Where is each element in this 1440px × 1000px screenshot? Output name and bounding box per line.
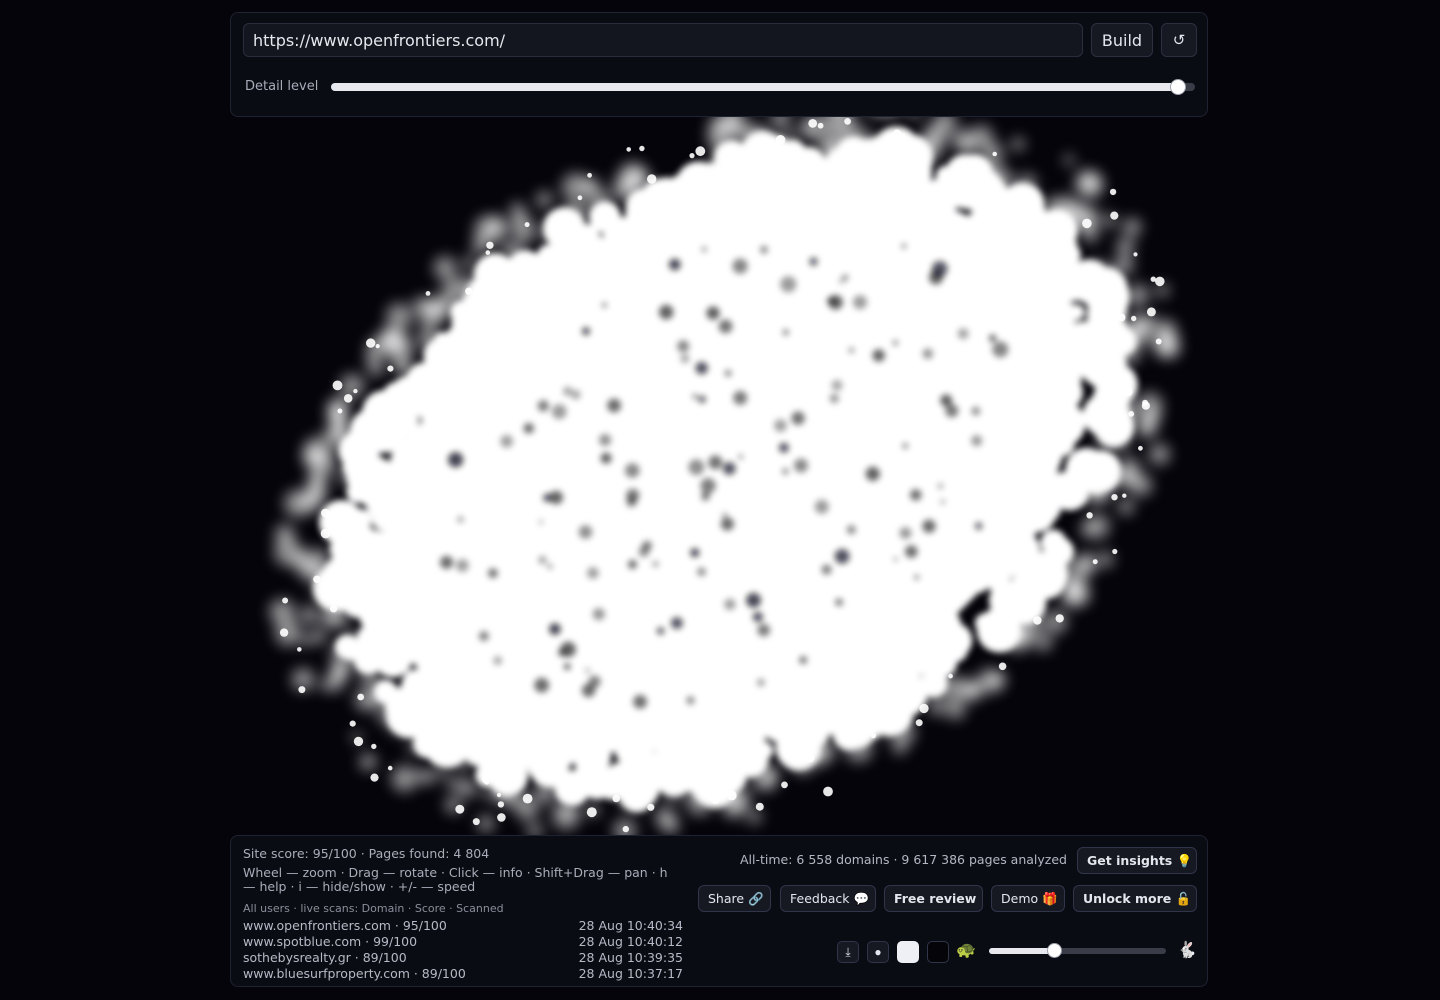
download-icon: ⤓: [845, 944, 851, 959]
scan-time: 28 Aug 10:40:12: [578, 934, 683, 949]
list-item[interactable]: www.openfrontiers.com · 95/100 28 Aug 10…: [243, 918, 683, 934]
site-score: Site score: 95/100 · Pages found: 4 804: [243, 846, 490, 861]
refresh-button[interactable]: ↺: [1161, 23, 1197, 57]
dark-theme-button[interactable]: [927, 941, 949, 963]
feedback-button[interactable]: Feedback 💬: [780, 885, 876, 912]
scan-domain: www.spotblue.com · 99/100: [243, 934, 418, 949]
scan-domain: www.openfrontiers.com · 95/100: [243, 918, 447, 933]
dot-icon: ●: [874, 945, 882, 959]
live-scans-list: www.openfrontiers.com · 95/100 28 Aug 10…: [243, 918, 683, 982]
free-review-button[interactable]: Free review: [884, 885, 983, 912]
scan-time: 28 Aug 10:39:35: [578, 950, 683, 965]
list-item[interactable]: sothebysrealty.gr · 89/100 28 Aug 10:39:…: [243, 950, 683, 966]
url-panel: Build ↺ Detail level: [230, 12, 1208, 117]
get-insights-button[interactable]: Get insights 💡: [1077, 847, 1197, 874]
refresh-icon: ↺: [1172, 31, 1186, 49]
stats-panel: Site score: 95/100 · Pages found: 4 804 …: [230, 835, 1208, 987]
unlock-more-button[interactable]: Unlock more 🔓: [1073, 885, 1197, 912]
scan-domain: www.bluesurfproperty.com · 89/100: [243, 966, 466, 981]
turtle-icon: 🐢: [956, 940, 976, 959]
url-input[interactable]: [243, 23, 1083, 57]
detail-level-label: Detail level: [245, 79, 319, 94]
speed-thumb[interactable]: [1047, 943, 1063, 958]
detail-level-thumb[interactable]: [1169, 79, 1186, 95]
light-theme-button[interactable]: [897, 941, 919, 963]
demo-button[interactable]: Demo 🎁: [991, 885, 1065, 912]
scan-time: 28 Aug 10:40:34: [578, 918, 683, 933]
speed-fill: [989, 948, 1055, 954]
list-item[interactable]: www.spotblue.com · 99/100 28 Aug 10:40:1…: [243, 934, 683, 950]
alltime-stats: All-time: 6 558 domains · 9 617 386 page…: [739, 852, 1067, 867]
node-style-button[interactable]: ●: [867, 941, 889, 963]
help-text: Wheel — zoom · Drag — rotate · Click — i…: [243, 865, 668, 894]
download-button[interactable]: ⤓: [837, 941, 859, 963]
build-button[interactable]: Build: [1091, 23, 1153, 57]
detail-level-slider[interactable]: [331, 79, 1195, 95]
rabbit-icon: 🐇: [1177, 940, 1197, 959]
scan-domain: sothebysrealty.gr · 89/100: [243, 950, 407, 965]
detail-level-fill: [331, 83, 1178, 91]
scan-time: 28 Aug 10:37:17: [578, 966, 683, 981]
share-button[interactable]: Share 🔗: [698, 885, 771, 912]
list-item[interactable]: www.bluesurfproperty.com · 89/100 28 Aug…: [243, 966, 683, 982]
live-scans-header: All users · live scans: Domain · Score ·…: [243, 902, 504, 915]
speed-slider[interactable]: [989, 943, 1166, 958]
